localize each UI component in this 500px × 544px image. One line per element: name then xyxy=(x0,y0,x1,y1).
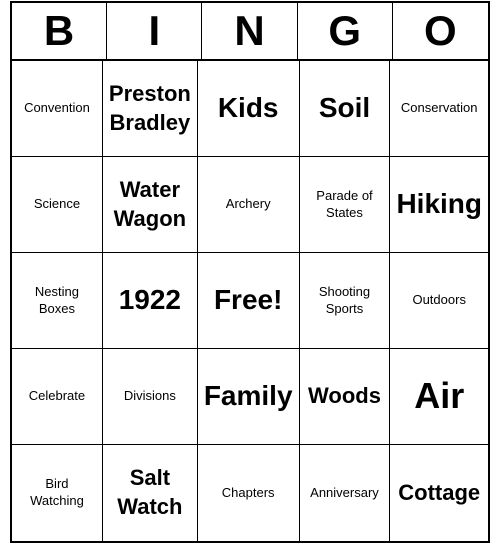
cell-r2-c3: Shooting Sports xyxy=(300,253,391,349)
bingo-header: BINGO xyxy=(12,3,488,61)
cell-text-r4-c3: Anniversary xyxy=(310,485,379,502)
cell-text-r3-c3: Woods xyxy=(308,382,381,411)
cell-r4-c1: Salt Watch xyxy=(103,445,198,541)
cell-text-r3-c1: Divisions xyxy=(124,388,176,405)
cell-text-r2-c4: Outdoors xyxy=(412,292,465,309)
cell-text-r3-c0: Celebrate xyxy=(29,388,85,405)
cell-r3-c4: Air xyxy=(390,349,488,445)
cell-r4-c4: Cottage xyxy=(390,445,488,541)
cell-text-r1-c1: Water Wagon xyxy=(109,176,191,233)
cell-r1-c4: Hiking xyxy=(390,157,488,253)
cell-text-r4-c2: Chapters xyxy=(222,485,275,502)
cell-r4-c3: Anniversary xyxy=(300,445,391,541)
cell-r0-c3: Soil xyxy=(300,61,391,157)
cell-text-r1-c2: Archery xyxy=(226,196,271,213)
cell-text-r0-c2: Kids xyxy=(218,90,279,126)
cell-r1-c0: Science xyxy=(12,157,103,253)
cell-text-r0-c1: Preston Bradley xyxy=(109,80,191,137)
cell-r0-c1: Preston Bradley xyxy=(103,61,198,157)
cell-r1-c2: Archery xyxy=(198,157,300,253)
cell-r4-c2: Chapters xyxy=(198,445,300,541)
cell-text-r2-c0: Nesting Boxes xyxy=(18,284,96,318)
cell-r0-c0: Convention xyxy=(12,61,103,157)
cell-r0-c4: Conservation xyxy=(390,61,488,157)
cell-text-r3-c4: Air xyxy=(414,373,464,420)
header-letter-g: G xyxy=(298,3,393,59)
cell-text-r4-c0: Bird Watching xyxy=(18,476,96,510)
bingo-card: BINGO ConventionPreston BradleyKidsSoilC… xyxy=(10,1,490,543)
cell-r3-c0: Celebrate xyxy=(12,349,103,445)
cell-r3-c3: Woods xyxy=(300,349,391,445)
cell-text-r2-c3: Shooting Sports xyxy=(306,284,384,318)
cell-text-r1-c0: Science xyxy=(34,196,80,213)
cell-r2-c0: Nesting Boxes xyxy=(12,253,103,349)
cell-text-r1-c4: Hiking xyxy=(396,186,482,222)
header-letter-b: B xyxy=(12,3,107,59)
cell-text-r0-c3: Soil xyxy=(319,90,370,126)
cell-text-r2-c1: 1922 xyxy=(119,282,181,318)
cell-r2-c4: Outdoors xyxy=(390,253,488,349)
header-letter-n: N xyxy=(202,3,297,59)
cell-text-r3-c2: Family xyxy=(204,378,293,414)
cell-r4-c0: Bird Watching xyxy=(12,445,103,541)
cell-text-r4-c4: Cottage xyxy=(398,479,480,508)
cell-text-r1-c3: Parade of States xyxy=(306,188,384,222)
cell-r3-c2: Family xyxy=(198,349,300,445)
cell-r2-c2: Free! xyxy=(198,253,300,349)
cell-r3-c1: Divisions xyxy=(103,349,198,445)
cell-r2-c1: 1922 xyxy=(103,253,198,349)
cell-r1-c3: Parade of States xyxy=(300,157,391,253)
cell-r0-c2: Kids xyxy=(198,61,300,157)
bingo-grid: Convention Preston Bradley Kids Soil Conserv… xyxy=(12,61,488,541)
cell-r1-c1: Water Wagon xyxy=(103,157,198,253)
header-letter-i: I xyxy=(107,3,202,59)
cell-text-r4-c1: Salt Watch xyxy=(109,464,191,521)
cell-text-r2-c2: Free! xyxy=(214,282,282,318)
cell-text-r0-c4: Conservation xyxy=(401,100,478,117)
cell-text-r0-c0: Convention xyxy=(24,100,90,117)
header-letter-o: O xyxy=(393,3,488,59)
